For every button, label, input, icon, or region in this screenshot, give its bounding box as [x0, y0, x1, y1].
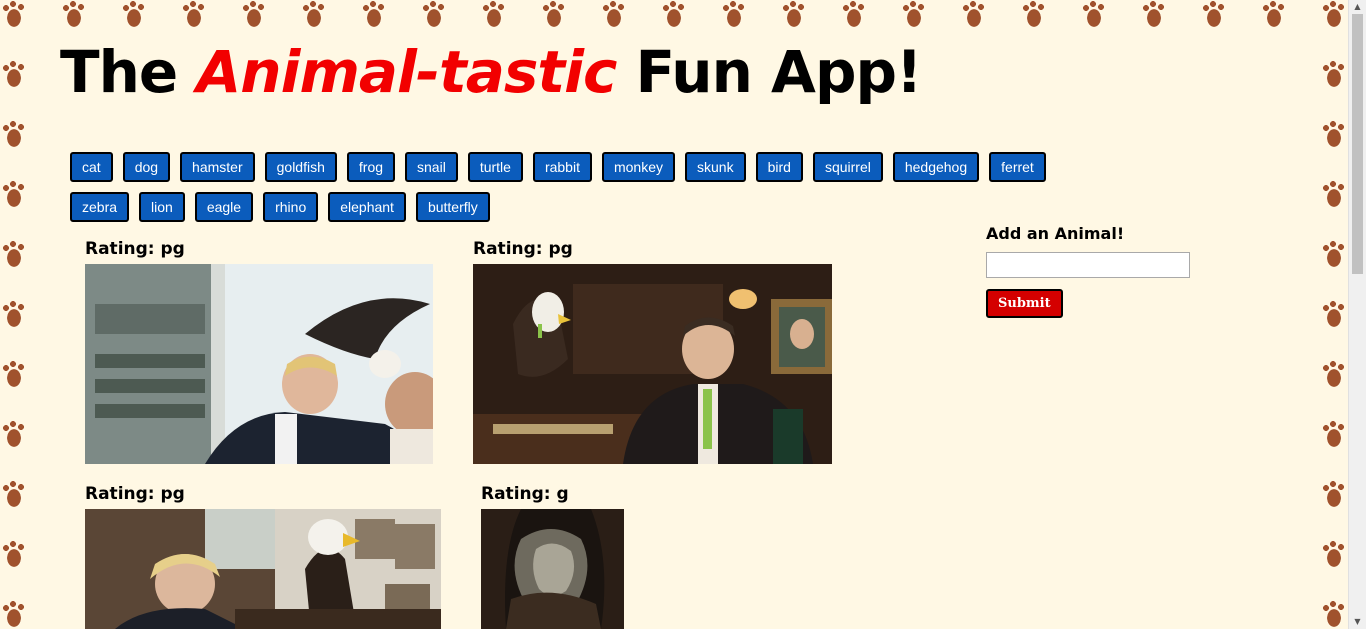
animal-button-skunk[interactable]: skunk: [685, 152, 746, 182]
gif-card: Rating: pg: [473, 238, 832, 464]
main-content: The Animal-tastic Fun App! cat dog hamst…: [30, 30, 1320, 629]
animal-button-eagle[interactable]: eagle: [194, 192, 254, 222]
animal-button-hedgehog[interactable]: hedgehog: [892, 152, 980, 182]
gif-card: Rating: g: [481, 483, 624, 629]
animal-button-lion[interactable]: lion: [139, 192, 185, 222]
eagle-at-desk-with-host-image: [473, 264, 832, 464]
animal-button-zebra[interactable]: zebra: [70, 192, 130, 222]
animal-button-rhino[interactable]: rhino: [263, 192, 319, 222]
gif-rating: Rating: pg: [473, 239, 573, 259]
app-title: The Animal-tastic Fun App!: [60, 38, 923, 106]
eagle-with-man-in-office-image: [85, 264, 433, 464]
animal-button-frog[interactable]: frog: [346, 152, 396, 182]
animal-button-rabbit[interactable]: rabbit: [532, 152, 592, 182]
animal-button-bird[interactable]: bird: [755, 152, 803, 182]
animal-button-goldfish[interactable]: goldfish: [264, 152, 337, 182]
scrollbar-thumb[interactable]: [1352, 14, 1363, 274]
animal-button-hamster[interactable]: hamster: [180, 152, 255, 182]
animal-button-snail[interactable]: snail: [405, 152, 458, 182]
animal-button-butterfly[interactable]: butterfly: [415, 192, 490, 222]
animal-button-elephant[interactable]: elephant: [328, 192, 406, 222]
vertical-scrollbar[interactable]: ▲ ▼: [1348, 0, 1366, 629]
scroll-down-arrow-icon[interactable]: ▼: [1349, 615, 1366, 629]
title-accent: Animal-tastic: [196, 38, 617, 106]
animal-button-ferret[interactable]: ferret: [989, 152, 1046, 182]
animal-button-row-1: cat dog hamster goldfish frog snail turt…: [70, 152, 1046, 182]
submit-button[interactable]: Submit: [986, 289, 1063, 318]
scroll-up-arrow-icon[interactable]: ▲: [1349, 0, 1366, 14]
gif-rating: Rating: pg: [85, 484, 185, 504]
gif-rating: Rating: pg: [85, 239, 185, 259]
title-part-2: Fun App!: [616, 38, 923, 106]
gif-rating: Rating: g: [481, 484, 569, 504]
gif-thumbnail[interactable]: [481, 509, 624, 629]
gif-card: Rating: pg: [85, 238, 433, 464]
cave-opening-image: [481, 509, 624, 629]
animal-button-turtle[interactable]: turtle: [467, 152, 523, 182]
animal-button-dog[interactable]: dog: [122, 152, 171, 182]
gif-thumbnail[interactable]: [473, 264, 832, 464]
add-animal-title: Add an Animal!: [986, 224, 1125, 243]
animal-button-squirrel[interactable]: squirrel: [812, 152, 883, 182]
animal-name-input[interactable]: [986, 252, 1190, 278]
eagle-perched-beside-man-at-desk-image: [85, 509, 441, 629]
add-animal-form: Add an Animal! Submit: [986, 224, 1236, 318]
animal-button-row-2: zebra lion eagle rhino elephant butterfl…: [70, 192, 490, 222]
gif-card: Rating: pg: [85, 483, 441, 629]
gif-thumbnail[interactable]: [85, 264, 433, 464]
gif-thumbnail[interactable]: [85, 509, 441, 629]
title-part-1: The: [60, 38, 197, 106]
animal-button-cat[interactable]: cat: [70, 152, 113, 182]
animal-button-monkey[interactable]: monkey: [601, 152, 675, 182]
